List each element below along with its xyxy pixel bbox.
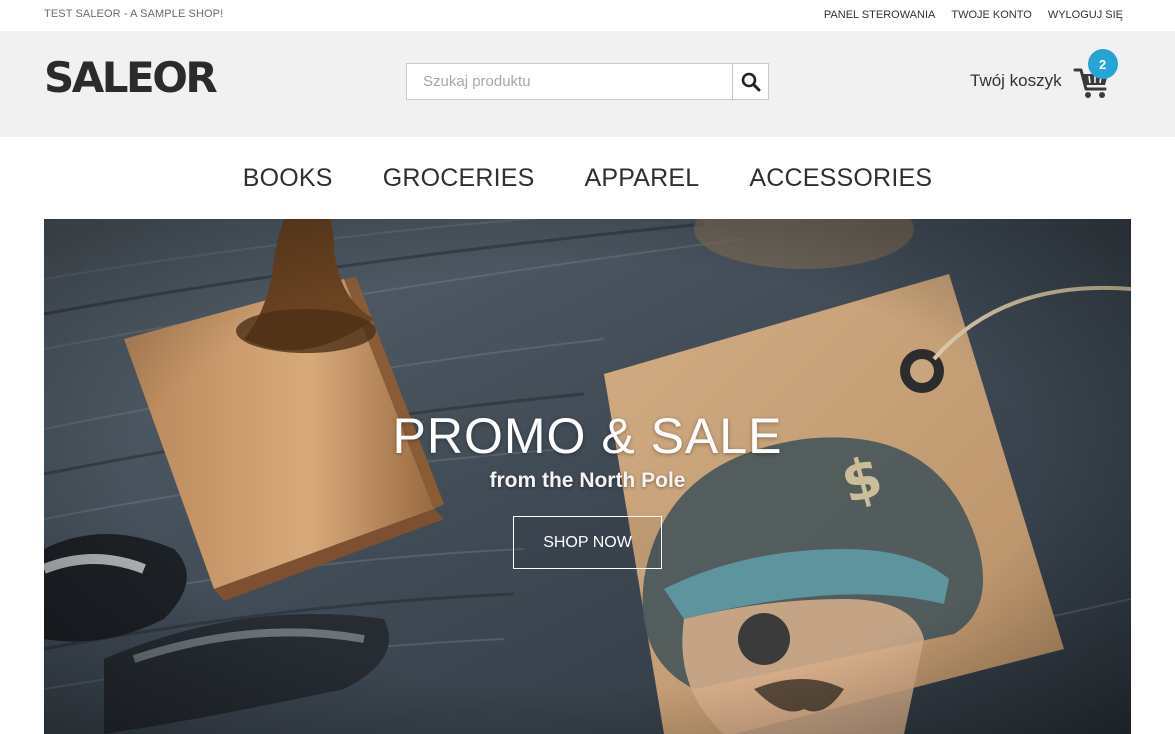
site-header: SALEOR Twój koszyk 2 <box>0 31 1175 137</box>
search-input[interactable] <box>407 64 732 99</box>
shop-name: TEST SALEOR - A SAMPLE SHOP! <box>44 8 224 20</box>
hero-subtitle: from the North Pole <box>489 469 686 492</box>
hero-banner: $ PROMO & SALE from the North Pole SHOP … <box>44 219 1131 734</box>
dashboard-link[interactable]: PANEL STEROWANIA <box>824 9 935 21</box>
account-link[interactable]: TWOJE KONTO <box>951 9 1031 21</box>
cart-button[interactable]: Twój koszyk 2 <box>970 49 1118 111</box>
search-icon <box>741 72 760 91</box>
cart-count-badge: 2 <box>1087 49 1118 79</box>
category-nav: BOOKS GROCERIES APPAREL ACCESSORIES <box>0 137 1175 219</box>
nav-item-groceries[interactable]: GROCERIES <box>383 164 535 193</box>
logout-link[interactable]: WYLOGUJ SIĘ <box>1048 9 1123 21</box>
hero-title: PROMO & SALE <box>392 408 783 464</box>
nav-item-books[interactable]: BOOKS <box>243 164 333 193</box>
cart-label: Twój koszyk <box>970 71 1062 90</box>
search-button[interactable] <box>732 64 768 99</box>
shop-now-button[interactable]: SHOP NOW <box>513 516 662 569</box>
account-links: PANEL STEROWANIA TWOJE KONTO WYLOGUJ SIĘ <box>824 9 1123 21</box>
nav-item-accessories[interactable]: ACCESSORIES <box>749 164 932 193</box>
top-bar: TEST SALEOR - A SAMPLE SHOP! PANEL STERO… <box>0 0 1175 31</box>
cart-icon-wrap: 2 <box>1072 49 1118 101</box>
search-form <box>406 63 769 100</box>
nav-item-apparel[interactable]: APPAREL <box>585 164 700 193</box>
logo[interactable]: SALEOR <box>44 57 218 99</box>
